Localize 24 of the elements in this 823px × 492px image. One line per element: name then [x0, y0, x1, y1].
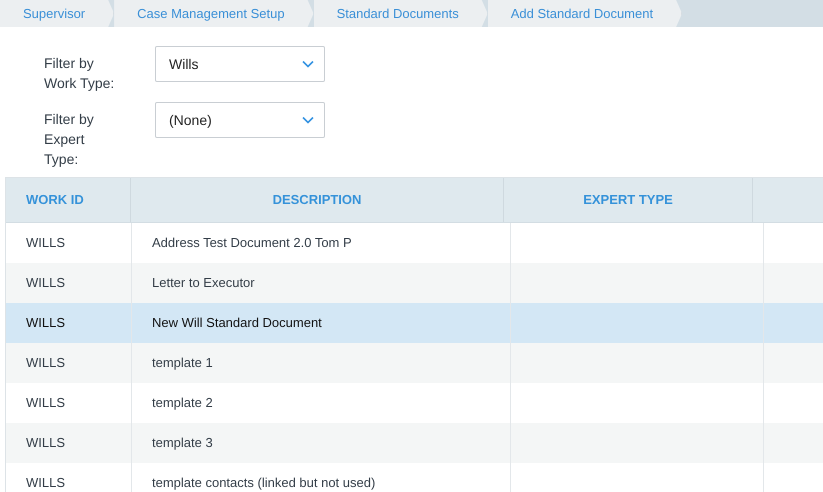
- table-row[interactable]: WILLS template 3: [6, 423, 823, 463]
- chevron-down-icon: [302, 60, 314, 68]
- table-row[interactable]: WILLS Letter to Executor: [6, 263, 823, 303]
- table-cell-text: template 2: [152, 394, 213, 412]
- table-cell-text: WILLS: [26, 314, 66, 332]
- table-cell-text: template contacts (linked but not used): [152, 474, 376, 492]
- table-cell-text: template 3: [152, 434, 213, 452]
- table-cell-text: WILLS: [26, 474, 66, 492]
- field-label: Filter by Expert Type:: [44, 110, 95, 169]
- table-cell-text: WILLS: [26, 274, 66, 292]
- table-cell-text: New Will Standard Document: [152, 314, 322, 332]
- table-cell-text: template 1: [152, 354, 213, 372]
- table-row[interactable]: WILLS New Will Standard Document: [6, 303, 823, 343]
- table-cell-text: Letter to Executor: [152, 274, 255, 292]
- chevron-down-icon: [302, 116, 314, 124]
- table-cell-text: WILLS: [26, 354, 66, 372]
- table-cell-text: WILLS: [26, 234, 66, 252]
- field-label: Filter by Work Type:: [44, 54, 116, 93]
- table-cell-text: WILLS: [26, 394, 66, 412]
- dropdown[interactable]: (None): [155, 102, 325, 138]
- table-cell-text: WILLS: [26, 434, 66, 452]
- table-row[interactable]: WILLS template 1: [6, 343, 823, 383]
- table-cell-text: Address Test Document 2.0 Tom P: [152, 234, 352, 252]
- dropdown[interactable]: Wills: [155, 46, 325, 82]
